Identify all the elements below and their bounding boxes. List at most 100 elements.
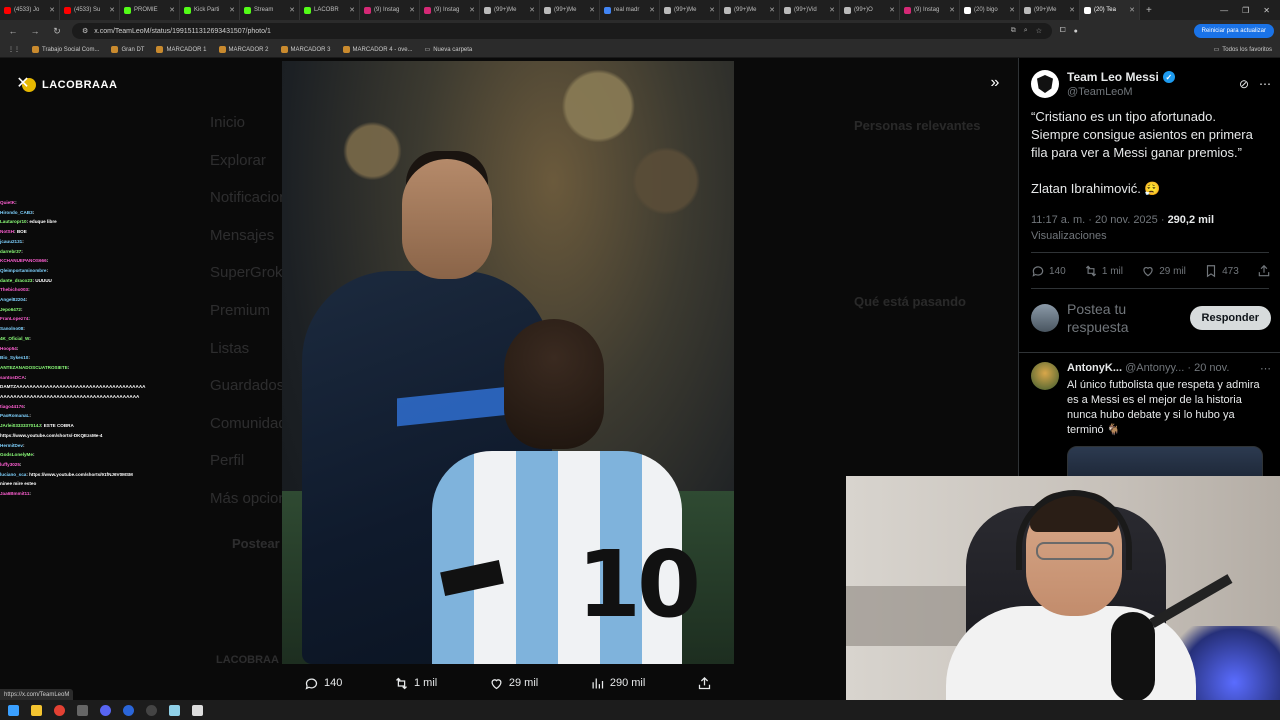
extensions-icon[interactable]: ⧠: [1060, 27, 1066, 35]
bookmark-item[interactable]: MARCADOR 2: [218, 46, 269, 53]
site-info-icon[interactable]: ⚙: [82, 27, 88, 35]
tab-close-icon[interactable]: ✕: [829, 6, 835, 14]
maximize-icon[interactable]: ❐: [1242, 6, 1249, 15]
more-options-icon[interactable]: ⋯: [1260, 362, 1271, 375]
toggle-panel-button[interactable]: »: [984, 72, 1006, 94]
tab-close-icon[interactable]: ✕: [229, 6, 235, 14]
browser-tab[interactable]: (99+)Me ✕: [480, 0, 540, 20]
grok-icon[interactable]: ⊘: [1239, 77, 1249, 91]
author-name[interactable]: Team Leo Messi ✓: [1067, 70, 1175, 84]
obs-icon[interactable]: [146, 704, 157, 716]
browser-tab[interactable]: (99+)Me ✕: [540, 0, 600, 20]
browser-tab[interactable]: PROMIE ✕: [120, 0, 180, 20]
share-button[interactable]: [697, 676, 712, 691]
share-button[interactable]: [1257, 264, 1271, 278]
reply-button[interactable]: 140: [1031, 264, 1066, 278]
tab-close-icon[interactable]: ✕: [889, 6, 895, 14]
bookmark-button[interactable]: 473: [1204, 264, 1239, 278]
profile-icon[interactable]: ●: [1074, 28, 1078, 35]
tab-close-icon[interactable]: ✕: [469, 6, 475, 14]
tab-close-icon[interactable]: ✕: [349, 6, 355, 14]
browser-tab[interactable]: (99+)O ✕: [840, 0, 900, 20]
repost-button[interactable]: 1 mil: [394, 676, 437, 691]
tab-close-icon[interactable]: ✕: [109, 6, 115, 14]
reply-submit-button[interactable]: Responder: [1189, 306, 1271, 330]
address-bar[interactable]: ⚙ x.com/TeamLeoM/status/1991511312693431…: [72, 23, 1052, 39]
tab-close-icon[interactable]: ✕: [1009, 6, 1015, 14]
app-icon[interactable]: [77, 704, 88, 716]
reply-author-name[interactable]: AntonyK...: [1067, 362, 1122, 374]
browser-tab[interactable]: (4533) Jo ✕: [0, 0, 60, 20]
bookmark-item[interactable]: Gran DT: [111, 46, 144, 53]
tab-close-icon[interactable]: ✕: [949, 6, 955, 14]
browser-tab[interactable]: (9) Instag ✕: [420, 0, 480, 20]
browser-tab[interactable]: (99+)Me ✕: [1020, 0, 1080, 20]
app-icon[interactable]: [192, 704, 203, 716]
reply-author-avatar[interactable]: [1031, 362, 1059, 390]
bookmark-item[interactable]: MARCADOR 4 - ove...: [342, 46, 413, 53]
tab-close-icon[interactable]: ✕: [49, 6, 55, 14]
browser-tab[interactable]: (20) bigo ✕: [960, 0, 1020, 20]
update-button[interactable]: Reiniciar para actualizar: [1193, 24, 1274, 38]
bookmark-item[interactable]: MARCADOR 1: [156, 46, 207, 53]
tweet-photo[interactable]: 10: [282, 61, 734, 664]
browser-tab[interactable]: (99+)Me ✕: [660, 0, 720, 20]
tab-close-icon[interactable]: ✕: [649, 6, 655, 14]
browser-tab[interactable]: (9) Instag ✕: [900, 0, 960, 20]
author-handle[interactable]: @TeamLeoM: [1067, 86, 1175, 98]
browser-tab[interactable]: (4533) Su ✕: [60, 0, 120, 20]
tab-close-icon[interactable]: ✕: [1129, 6, 1135, 14]
apps-icon[interactable]: ⋮⋮: [8, 46, 20, 53]
views-button[interactable]: 290 mil: [590, 676, 645, 691]
tab-close-icon[interactable]: ✕: [289, 6, 295, 14]
repost-button[interactable]: 1 mil: [1084, 264, 1123, 278]
reload-icon[interactable]: ↻: [50, 26, 64, 37]
minimize-icon[interactable]: —: [1220, 6, 1228, 15]
app-icon[interactable]: [100, 704, 111, 716]
browser-tab[interactable]: real madr ✕: [600, 0, 660, 20]
address-url[interactable]: x.com/TeamLeoM/status/199151131269343150…: [94, 28, 1005, 35]
close-window-icon[interactable]: ✕: [1263, 6, 1270, 15]
forward-icon[interactable]: →: [28, 26, 42, 36]
zoom-icon[interactable]: ⌕: [1024, 27, 1028, 35]
browser-tab[interactable]: Kick Parti ✕: [180, 0, 240, 20]
like-button[interactable]: 29 mil: [489, 676, 538, 691]
app-icon[interactable]: [169, 704, 180, 716]
reply-button[interactable]: 140: [304, 676, 342, 691]
current-user-avatar[interactable]: [1031, 304, 1059, 332]
close-viewer-button[interactable]: ✕: [12, 72, 34, 94]
more-options-icon[interactable]: ⋯: [1259, 77, 1271, 91]
tweet-timestamp[interactable]: 11:17 a. m. · 20 nov. 2025 ·: [1031, 214, 1168, 226]
browser-tab[interactable]: (9) Instag ✕: [360, 0, 420, 20]
author-avatar[interactable]: [1031, 70, 1059, 98]
bookmark-item[interactable]: Trabajo Social Com...: [32, 46, 99, 53]
new-tab-button[interactable]: +: [1140, 5, 1158, 16]
reply-input[interactable]: Postea tu respuesta: [1067, 300, 1182, 336]
tab-close-icon[interactable]: ✕: [1069, 6, 1075, 14]
all-bookmarks[interactable]: ▭ Todos los favoritos: [1214, 46, 1272, 54]
translate-icon[interactable]: ⧉: [1011, 27, 1016, 35]
tab-close-icon[interactable]: ✕: [709, 6, 715, 14]
tab-close-icon[interactable]: ✕: [529, 6, 535, 14]
chat-message: Jepo6472:: [0, 305, 170, 315]
bookmark-favicon-icon: [280, 46, 288, 53]
reply-author-handle[interactable]: @Antonyy...: [1125, 362, 1184, 374]
tab-close-icon[interactable]: ✕: [409, 6, 415, 14]
browser-tab[interactable]: Stream ✕: [240, 0, 300, 20]
chrome-icon[interactable]: [54, 704, 65, 716]
tab-close-icon[interactable]: ✕: [589, 6, 595, 14]
windows-start-icon[interactable]: [8, 704, 19, 716]
bookmark-star-icon[interactable]: ☆: [1036, 27, 1042, 35]
file-explorer-icon[interactable]: [31, 704, 42, 716]
browser-tab[interactable]: LACOBR ✕: [300, 0, 360, 20]
browser-tab[interactable]: (99+)Vid ✕: [780, 0, 840, 20]
like-button[interactable]: 29 mil: [1141, 264, 1186, 278]
tab-close-icon[interactable]: ✕: [169, 6, 175, 14]
bookmark-folder[interactable]: ▭ Nueva carpeta: [425, 46, 473, 54]
tab-close-icon[interactable]: ✕: [769, 6, 775, 14]
app-icon[interactable]: [123, 704, 134, 716]
back-icon[interactable]: ←: [6, 26, 20, 36]
browser-tab[interactable]: (99+)Me ✕: [720, 0, 780, 20]
browser-tab[interactable]: (20) Tea ✕: [1080, 0, 1140, 20]
bookmark-item[interactable]: MARCADOR 3: [280, 46, 331, 53]
